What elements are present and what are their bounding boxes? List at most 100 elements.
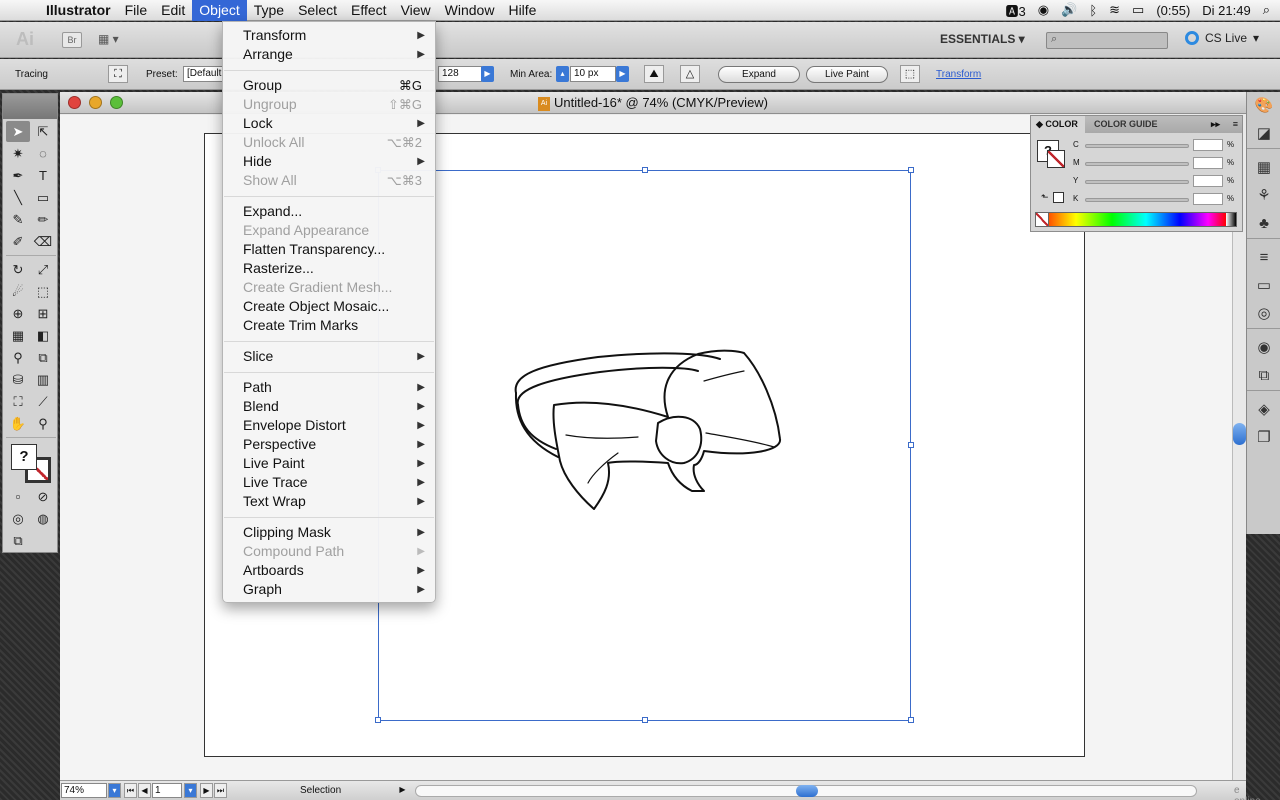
magenta-slider-row[interactable]: M %: [1071, 157, 1241, 169]
min-area-input[interactable]: 10 px: [570, 66, 616, 82]
selection-handle[interactable]: [375, 717, 381, 723]
stroke-panel-icon[interactable]: ≡: [1247, 244, 1280, 272]
transform-link[interactable]: Transform: [936, 69, 981, 80]
menu-item-envelope-distort[interactable]: Envelope Distort ▶: [223, 416, 435, 435]
artboards-panel-icon[interactable]: ❐: [1247, 424, 1280, 452]
magenta-slider[interactable]: [1085, 162, 1189, 166]
layers-panel-icon[interactable]: ◈: [1247, 396, 1280, 424]
menu-item-blend[interactable]: Blend ▶: [223, 397, 435, 416]
yellow-slider[interactable]: [1085, 180, 1189, 184]
tracing-options-icon[interactable]: ⛶: [108, 65, 128, 83]
close-window-button[interactable]: [68, 96, 81, 109]
menu-item-clipping-mask[interactable]: Clipping Mask ▶: [223, 523, 435, 542]
vertical-scroll-thumb[interactable]: [1233, 423, 1246, 445]
menu-effect[interactable]: Effect: [344, 0, 394, 21]
shape-builder-tool-icon[interactable]: ⊕: [6, 303, 30, 324]
horizontal-scroll-thumb[interactable]: [796, 785, 818, 797]
tab-color[interactable]: ◆ COLOR: [1031, 116, 1085, 133]
black-value-input[interactable]: [1193, 193, 1223, 205]
pen-tool-icon[interactable]: ✒: [6, 165, 30, 186]
menu-window[interactable]: Window: [438, 0, 502, 21]
clock[interactable]: Di 21:49: [1202, 3, 1250, 18]
color-stroke-proxy[interactable]: [1047, 150, 1065, 168]
draw-mode-icon[interactable]: ◎: [6, 508, 30, 529]
blob-brush-tool-icon[interactable]: ✐: [6, 231, 30, 252]
rectangle-tool-icon[interactable]: ▭: [31, 187, 55, 208]
warp-tool-icon[interactable]: ☄: [6, 281, 30, 302]
mesh-tool-icon[interactable]: ▦: [6, 325, 30, 346]
selection-handle[interactable]: [908, 442, 914, 448]
magenta-value-input[interactable]: [1193, 157, 1223, 169]
menu-hilfe[interactable]: Hilfe: [501, 0, 543, 21]
appearance-panel-icon[interactable]: ◉: [1247, 334, 1280, 362]
wifi-icon[interactable]: ≋: [1109, 2, 1120, 18]
select-similar-icon[interactable]: ⬚: [900, 65, 920, 83]
black-slider-row[interactable]: K %: [1071, 193, 1241, 205]
color-guide-panel-icon[interactable]: ◪: [1247, 120, 1280, 148]
menu-file[interactable]: File: [118, 0, 155, 21]
menu-app-name[interactable]: Illustrator: [40, 0, 118, 21]
menu-item-flatten-transparency[interactable]: Flatten Transparency...: [223, 240, 435, 259]
menu-item-live-trace[interactable]: Live Trace ▶: [223, 473, 435, 492]
zoom-tool-icon[interactable]: ⚲: [31, 413, 55, 434]
threshold-stepper[interactable]: ▶: [481, 66, 494, 82]
line-tool-icon[interactable]: ╲: [6, 187, 30, 208]
draw-behind-icon[interactable]: ◍: [31, 508, 55, 529]
free-transform-tool-icon[interactable]: ⬚: [31, 281, 55, 302]
raster-preview-icon[interactable]: ⛰: [644, 65, 664, 83]
eyedropper-tool-icon[interactable]: ⚲: [6, 347, 30, 368]
min-area-dropdown[interactable]: ▶: [616, 66, 629, 82]
fill-swatch[interactable]: ?: [11, 444, 37, 470]
tools-panel-header[interactable]: [3, 94, 57, 119]
bridge-button[interactable]: Br: [62, 32, 82, 48]
battery-icon[interactable]: ▭: [1132, 2, 1144, 18]
symbols-panel-icon[interactable]: ♣: [1247, 210, 1280, 238]
selection-handle[interactable]: [642, 167, 648, 173]
first-artboard-button[interactable]: ⏮: [124, 783, 137, 798]
artboard-number-field[interactable]: 1: [152, 783, 182, 798]
threshold-input[interactable]: 128: [438, 66, 482, 82]
menu-item-perspective[interactable]: Perspective ▶: [223, 435, 435, 454]
symbol-sprayer-tool-icon[interactable]: ⛁: [6, 369, 30, 390]
scale-tool-icon[interactable]: ⤢: [31, 259, 55, 280]
swatches-panel-icon[interactable]: ▦: [1247, 154, 1280, 182]
min-area-stepper[interactable]: ▴: [556, 66, 569, 82]
selection-tool-icon[interactable]: ➤: [6, 121, 30, 142]
menu-item-graph[interactable]: Graph ▶: [223, 580, 435, 599]
direct-selection-tool-icon[interactable]: ⇱: [31, 121, 55, 142]
graphic-styles-panel-icon[interactable]: ⧉: [1247, 362, 1280, 390]
artboard-dropdown[interactable]: ▾: [184, 783, 197, 798]
magic-wand-tool-icon[interactable]: ✷: [6, 143, 30, 164]
cyan-value-input[interactable]: [1193, 139, 1223, 151]
menu-item-lock[interactable]: Lock ▶: [223, 114, 435, 133]
next-artboard-button[interactable]: ▶: [200, 783, 213, 798]
zoom-level-field[interactable]: 74%: [61, 783, 107, 798]
yellow-value-input[interactable]: [1193, 175, 1223, 187]
bluetooth-icon[interactable]: ᛒ: [1089, 3, 1097, 18]
menu-item-create-trim-marks[interactable]: Create Trim Marks: [223, 316, 435, 335]
preset-select[interactable]: [Default: [183, 66, 223, 82]
artboard-tool-icon[interactable]: ⛶: [6, 391, 30, 412]
pencil-tool-icon[interactable]: ✏: [31, 209, 55, 230]
status-menu-arrow[interactable]: ▶: [396, 783, 409, 798]
type-tool-icon[interactable]: T: [31, 165, 55, 186]
perspective-grid-tool-icon[interactable]: ⊞: [31, 303, 55, 324]
spotlight-icon[interactable]: ⌕: [1263, 2, 1270, 18]
menu-item-arrange[interactable]: Arrange ▶: [223, 45, 435, 64]
color-spectrum-bar[interactable]: [1035, 212, 1237, 227]
help-search-input[interactable]: ⌕: [1046, 32, 1168, 49]
yellow-slider-row[interactable]: Y %: [1071, 175, 1241, 187]
screen-mode-icon[interactable]: ⧉: [6, 530, 30, 551]
tab-color-guide[interactable]: COLOR GUIDE: [1089, 116, 1163, 133]
last-artboard-button[interactable]: ⏭: [214, 783, 227, 798]
collapse-panel-icon[interactable]: ▸▸: [1211, 116, 1220, 133]
adobe-updates-icon[interactable]: 🅰3: [1006, 1, 1026, 20]
cyan-slider[interactable]: [1085, 144, 1189, 148]
battery-time[interactable]: (0:55): [1156, 3, 1190, 18]
expand-button[interactable]: Expand: [718, 66, 800, 83]
menu-item-artboards[interactable]: Artboards ▶: [223, 561, 435, 580]
web-safe-swatch[interactable]: [1053, 192, 1064, 203]
vector-preview-icon[interactable]: △: [680, 65, 700, 83]
menu-item-rasterize[interactable]: Rasterize...: [223, 259, 435, 278]
menu-item-text-wrap[interactable]: Text Wrap ▶: [223, 492, 435, 511]
